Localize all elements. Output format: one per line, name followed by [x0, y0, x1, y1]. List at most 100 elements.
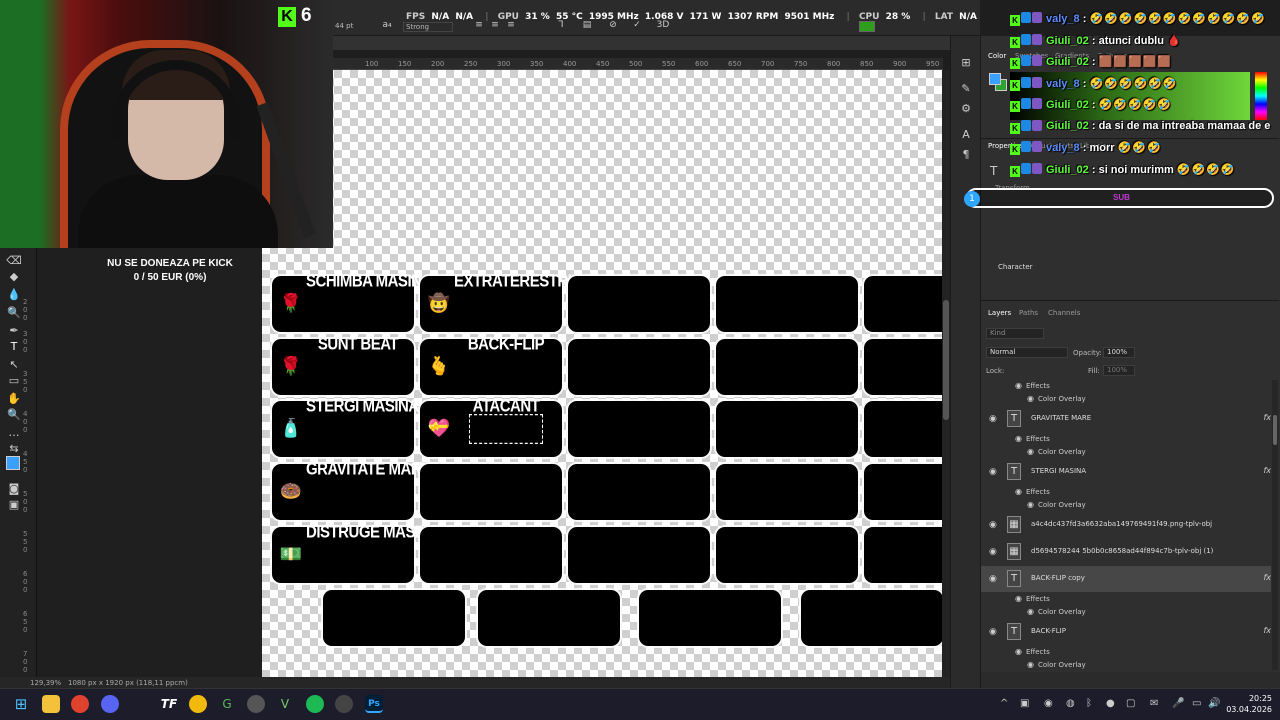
canvas-vertical-scrollbar[interactable]	[942, 70, 950, 677]
paragraph-icon[interactable]: ¶	[959, 148, 973, 162]
eye-icon[interactable]: ◉	[989, 467, 997, 477]
eraser-tool-icon[interactable]: ⌫	[6, 254, 22, 268]
tab-channels[interactable]: Channels	[1048, 309, 1080, 317]
zoom-level[interactable]: 129,39%	[30, 679, 61, 687]
empty-tile[interactable]	[568, 401, 710, 457]
empty-tile[interactable]	[568, 527, 710, 583]
paint-bucket-icon[interactable]: ◆	[6, 270, 22, 284]
history-icon[interactable]: ⊞	[959, 56, 973, 70]
chat-username[interactable]: Giuli_02	[1046, 164, 1089, 176]
fx-icon[interactable]: fx	[1263, 466, 1271, 475]
brush-panel-icon[interactable]: ✎	[959, 82, 973, 96]
empty-tile[interactable]	[478, 590, 620, 646]
blur-tool-icon[interactable]: 💧	[6, 288, 22, 302]
type-tool-icon[interactable]: T	[6, 340, 22, 354]
eye-icon[interactable]: ◉	[1027, 607, 1034, 616]
pen-tool-icon[interactable]: ✒	[6, 324, 22, 338]
eye-icon[interactable]: ◉	[1027, 500, 1034, 509]
font-size-field[interactable]: 44 pt	[335, 22, 353, 30]
layers-scrollbar[interactable]	[1272, 380, 1278, 670]
tray-discord-icon[interactable]: ◍	[1066, 698, 1075, 709]
command-tile[interactable]: 🍩 GRAVITATE MARE	[272, 460, 431, 520]
empty-tile[interactable]	[568, 276, 710, 332]
layer-name[interactable]: STERGI MASINA	[1031, 467, 1086, 475]
tray-app1-icon[interactable]: ▣	[1020, 698, 1029, 709]
command-tile[interactable]: 🤠 EXTRATERESTRII	[420, 272, 576, 332]
empty-tile[interactable]	[801, 590, 942, 646]
empty-tile[interactable]	[420, 464, 562, 520]
empty-tile[interactable]	[716, 401, 858, 457]
layer-row[interactable]: ◉ T BACK-FLIP fx	[981, 619, 1271, 645]
layer-row[interactable]: ◉ ▦ a4c4dc437fd3a6632aba149769491f49.png-t…	[981, 512, 1271, 538]
bluetooth-icon[interactable]: ᛒ	[1086, 698, 1092, 709]
eye-icon[interactable]: ◉	[1027, 394, 1034, 403]
chat-username[interactable]: Giuli_02	[1046, 99, 1089, 111]
empty-tile[interactable]	[864, 339, 942, 395]
chat-username[interactable]: Giuli_02	[1046, 56, 1089, 68]
obs-icon[interactable]	[247, 695, 265, 713]
layer-name[interactable]: a4c4dc437fd3a6632aba149769491f49.png-tpl…	[1031, 520, 1212, 528]
g-app-icon[interactable]: G	[218, 695, 236, 713]
zoom-tool-icon[interactable]: 🔍	[6, 408, 22, 422]
chat-username[interactable]: Giuli_02	[1046, 120, 1089, 132]
foreground-color-swatch[interactable]	[6, 456, 20, 470]
windows-start-icon[interactable]: ⊞	[12, 695, 30, 713]
tray-app4-icon[interactable]: ▢	[1126, 698, 1135, 709]
layer-color-overlay[interactable]: ◉ Color Overlay	[1027, 607, 1086, 616]
empty-tile[interactable]	[716, 464, 858, 520]
eye-icon[interactable]: ◉	[989, 574, 997, 584]
eye-icon[interactable]: ◉	[1015, 434, 1022, 443]
empty-tile[interactable]	[864, 527, 942, 583]
chrome-icon[interactable]	[71, 695, 89, 713]
layer-effects[interactable]: ◉ Effects	[1015, 647, 1050, 656]
discord-icon[interactable]	[101, 695, 119, 713]
empty-tile[interactable]	[864, 401, 942, 457]
eye-icon[interactable]: ◉	[1027, 447, 1034, 456]
eye-icon[interactable]: ◉	[1015, 487, 1022, 496]
character-icon[interactable]: A	[959, 128, 973, 142]
microphone-icon[interactable]: 🎤	[1172, 698, 1184, 709]
chat-username[interactable]: valy_8	[1046, 13, 1080, 25]
network-icon[interactable]: ▭	[1192, 698, 1201, 709]
tab-color[interactable]: Color	[988, 52, 1006, 60]
tray-app2-icon[interactable]: ◉	[1044, 698, 1053, 709]
file-explorer-icon[interactable]	[42, 695, 60, 713]
empty-tile[interactable]	[864, 276, 942, 332]
empty-tile[interactable]	[716, 339, 858, 395]
empty-tile[interactable]	[568, 339, 710, 395]
fx-icon[interactable]: fx	[1263, 626, 1271, 635]
layer-color-overlay[interactable]: ◉ Color Overlay	[1027, 660, 1086, 669]
tray-app5-icon[interactable]: ✉	[1150, 698, 1158, 709]
more-tools-icon[interactable]: …	[6, 426, 22, 440]
chat-username[interactable]: valy_8	[1046, 78, 1080, 90]
command-tile[interactable]: 🫰 BACK-FLIP	[420, 335, 562, 395]
empty-tile[interactable]	[323, 590, 465, 646]
eye-icon[interactable]: ◉	[1015, 381, 1022, 390]
screen-mode-icon[interactable]: ▣	[6, 498, 22, 512]
eye-icon[interactable]: ◉	[989, 547, 997, 557]
empty-tile[interactable]	[639, 590, 781, 646]
character-section[interactable]: Character	[998, 263, 1033, 271]
eye-icon[interactable]: ◉	[1027, 660, 1034, 669]
eye-icon[interactable]: ◉	[1015, 594, 1022, 603]
dodge-tool-icon[interactable]: 🔍	[6, 306, 22, 320]
layer-color-overlay[interactable]: ◉ Color Overlay	[1027, 447, 1086, 456]
command-tile[interactable]: 💝 ATACANT	[420, 397, 562, 457]
eye-icon[interactable]: ◉	[989, 627, 997, 637]
layer-effects[interactable]: ◉ Effects	[1015, 487, 1050, 496]
v-app-icon[interactable]: V	[276, 695, 294, 713]
adjust-icon[interactable]: ⚙	[959, 102, 973, 116]
volume-icon[interactable]: 🔊	[1208, 698, 1220, 709]
path-select-icon[interactable]: ↖	[6, 358, 22, 372]
empty-tile[interactable]	[420, 527, 562, 583]
command-tile[interactable]: 🧴 STERGI MASINA	[272, 397, 419, 457]
foreground-color-chip[interactable]	[989, 73, 1001, 85]
shape-tool-icon[interactable]: ▭	[6, 374, 22, 388]
chat-username[interactable]: Giuli_02	[1046, 35, 1089, 47]
tray-app3-icon[interactable]: ●	[1106, 698, 1115, 709]
quick-mask-icon[interactable]: ◙	[6, 482, 22, 496]
empty-tile[interactable]	[864, 464, 942, 520]
swap-colors-icon[interactable]: ⇆	[6, 442, 22, 456]
layer-effects[interactable]: ◉ Effects	[1015, 381, 1050, 390]
fill-field[interactable]: 100%	[1103, 365, 1135, 376]
